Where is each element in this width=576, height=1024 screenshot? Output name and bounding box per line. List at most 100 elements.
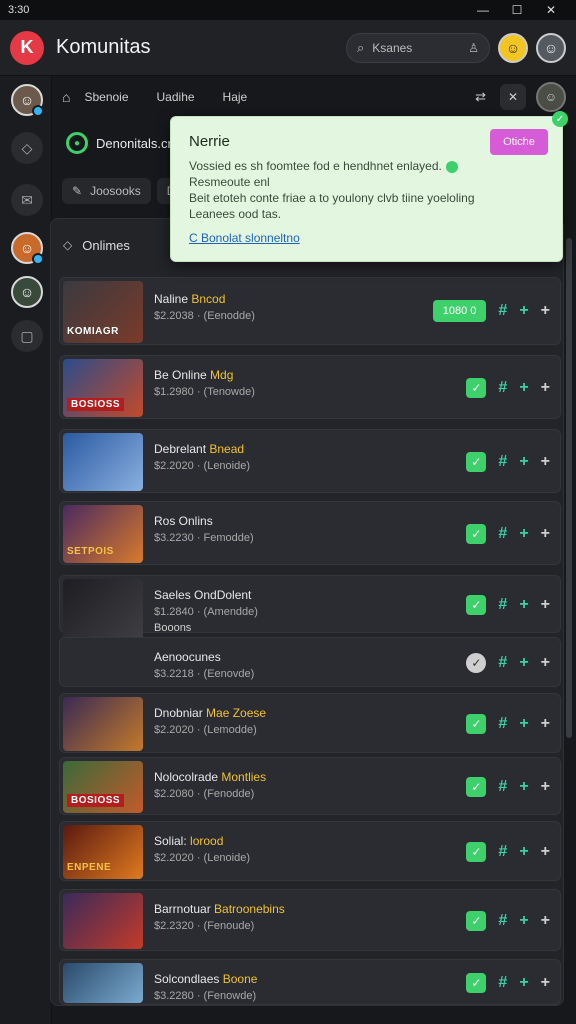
add-icon[interactable]: + bbox=[519, 843, 528, 861]
add-icon[interactable]: + bbox=[541, 778, 550, 796]
game-thumbnail[interactable] bbox=[63, 893, 143, 949]
filter-tab[interactable]: ✎ Joosooks bbox=[62, 178, 151, 204]
game-title: Dnobniar Mae Zoese bbox=[154, 706, 266, 720]
add-icon[interactable]: + bbox=[541, 379, 550, 397]
popup-action-button[interactable]: Otiche bbox=[490, 129, 548, 155]
add-icon[interactable]: + bbox=[541, 843, 550, 861]
avatar[interactable]: ☺ bbox=[498, 32, 528, 63]
grid-icon[interactable]: # bbox=[498, 715, 507, 733]
game-thumbnail[interactable]: BOSIOSS bbox=[63, 761, 143, 813]
grid-icon[interactable]: # bbox=[498, 596, 507, 614]
grid-icon[interactable]: # bbox=[498, 654, 507, 672]
game-list-item[interactable]: KOMIAGR Naline Bncod $2.2038 · (Eenodde) 10… bbox=[59, 277, 561, 345]
grid-icon[interactable]: # bbox=[498, 974, 507, 992]
app-logo[interactable]: K bbox=[10, 30, 44, 65]
tab-uadihe[interactable]: Uadihe bbox=[157, 90, 195, 104]
game-thumbnail[interactable] bbox=[63, 433, 143, 491]
game-thumbnail[interactable]: ENPENE bbox=[63, 825, 143, 879]
grid-icon[interactable]: # bbox=[498, 778, 507, 796]
check-icon[interactable]: ✓ bbox=[466, 777, 487, 797]
add-icon[interactable]: + bbox=[541, 453, 550, 471]
add-icon[interactable]: + bbox=[519, 379, 528, 397]
add-icon[interactable]: + bbox=[519, 974, 528, 992]
row-actions: 1080 0 # + + bbox=[432, 300, 550, 322]
game-thumbnail[interactable]: BOSIOSS bbox=[63, 359, 143, 417]
game-thumbnail[interactable]: KOMIAGR bbox=[63, 281, 143, 343]
square-icon[interactable]: ▢ bbox=[11, 320, 43, 352]
game-list-item[interactable]: Saeles OndDolent $1.2840 · (Amendde) Booon… bbox=[59, 575, 561, 687]
add-icon[interactable]: + bbox=[541, 654, 550, 672]
add-icon[interactable]: + bbox=[541, 912, 550, 930]
add-icon[interactable]: + bbox=[519, 302, 528, 320]
game-list-item[interactable]: Solcondlaes Boone $3.2280 · (Fenowde) ✓ # + + bbox=[59, 959, 561, 1005]
check-icon[interactable]: ✓ bbox=[466, 714, 487, 734]
add-icon[interactable]: + bbox=[519, 715, 528, 733]
check-icon[interactable]: ✓ bbox=[466, 842, 487, 862]
add-icon[interactable]: + bbox=[541, 715, 550, 733]
check-icon[interactable]: ✓ bbox=[466, 911, 487, 931]
tag-icon[interactable]: ◇ bbox=[11, 132, 43, 164]
check-icon[interactable]: ✓ bbox=[466, 524, 487, 544]
tab-sbenoie[interactable]: Sbenoie bbox=[84, 90, 128, 104]
game-list-item[interactable]: SETPOIS Ros Onlins $3.2230 · Femodde) ✓ # + + bbox=[59, 501, 561, 565]
row-actions: ✓ # + + bbox=[466, 714, 550, 734]
grid-icon[interactable]: # bbox=[498, 379, 507, 397]
game-list-item[interactable]: BOSIOSS Nolocolrade Montlies $2.2080 · (Fe… bbox=[59, 757, 561, 815]
game-price: $2.2320 · (Fenoude) bbox=[154, 920, 255, 932]
check-icon[interactable]: ✓ bbox=[466, 973, 487, 993]
sidebar-avatar[interactable]: ☺ bbox=[11, 84, 44, 117]
game-list-item[interactable]: ENPENE Solial: lorood $2.2020 · (Lenoide) ✓… bbox=[59, 821, 561, 881]
game-thumbnail[interactable] bbox=[63, 963, 143, 1003]
add-icon[interactable]: + bbox=[519, 525, 528, 543]
add-icon[interactable]: + bbox=[541, 525, 550, 543]
add-icon[interactable]: + bbox=[541, 974, 550, 992]
sidebar-avatar[interactable]: ☺ bbox=[11, 276, 43, 308]
check-icon[interactable]: ✓ bbox=[466, 653, 487, 673]
arrows-icon[interactable]: ⇄ bbox=[475, 89, 486, 105]
grid-icon[interactable]: # bbox=[498, 302, 507, 320]
game-list-item[interactable]: Debrelant Bnead $2.2020 · (Lenoide) ✓ # + + bbox=[59, 429, 561, 493]
game-title: Ros Onlins bbox=[154, 514, 213, 528]
game-title: Debrelant Bnead bbox=[154, 442, 244, 456]
game-thumbnail[interactable]: SETPOIS bbox=[63, 505, 143, 563]
game-list-item[interactable]: Dnobniar Mae Zoese $2.2020 · (Lemodde) ✓ # +… bbox=[59, 693, 561, 753]
message-icon[interactable]: ✉ bbox=[11, 184, 43, 216]
avatar[interactable]: ☺ bbox=[536, 82, 566, 112]
home-icon[interactable]: ⌂ bbox=[62, 89, 70, 105]
add-icon[interactable]: + bbox=[541, 596, 550, 614]
grid-icon[interactable]: # bbox=[498, 843, 507, 861]
add-icon[interactable]: + bbox=[519, 453, 528, 471]
avatar[interactable]: ☺ bbox=[536, 32, 566, 63]
minimize-button[interactable]: — bbox=[466, 3, 500, 17]
game-list-item[interactable]: Aenoocunes $3.2218 · (Eenovde) ✓ # + + bbox=[59, 637, 561, 687]
close-button[interactable]: ✕ bbox=[534, 3, 568, 17]
scrollbar[interactable] bbox=[566, 238, 572, 738]
game-title: Nolocolrade Montlies bbox=[154, 770, 266, 784]
game-thumbnail[interactable] bbox=[63, 697, 143, 751]
online-indicator bbox=[32, 253, 44, 265]
add-icon[interactable]: + bbox=[519, 596, 528, 614]
grid-icon[interactable]: # bbox=[498, 525, 507, 543]
check-icon[interactable]: ✓ bbox=[466, 378, 487, 398]
status-badge[interactable]: 1080 0 bbox=[432, 300, 487, 322]
user-icon[interactable]: ♙ bbox=[468, 41, 479, 55]
game-title-main: Solial: bbox=[154, 834, 187, 848]
maximize-button[interactable]: ☐ bbox=[500, 3, 534, 17]
sidebar-avatar[interactable]: ☺ bbox=[11, 232, 44, 265]
add-icon[interactable]: + bbox=[519, 654, 528, 672]
tools-icon[interactable]: ✕ bbox=[500, 84, 526, 110]
add-icon[interactable]: + bbox=[541, 302, 550, 320]
popup-link[interactable]: C Bonolat slonneltno bbox=[189, 231, 300, 245]
game-list-item[interactable]: BOSIOSS Be Online Mdg $1.2980 · (Tenowde) ✓… bbox=[59, 355, 561, 419]
add-icon[interactable]: + bbox=[519, 778, 528, 796]
community-header[interactable]: ● Denonitals.cr bbox=[66, 132, 172, 154]
check-icon[interactable]: ✓ bbox=[466, 595, 487, 615]
grid-icon[interactable]: # bbox=[498, 453, 507, 471]
game-list-item[interactable]: Barrnotuar Batroonebins $2.2320 · (Fenoud… bbox=[59, 889, 561, 951]
tab-haje[interactable]: Haje bbox=[223, 90, 248, 104]
add-icon[interactable]: + bbox=[519, 912, 528, 930]
check-icon[interactable]: ✓ bbox=[466, 452, 487, 472]
search-input[interactable]: ⌕ Ksanes ♙ bbox=[346, 32, 490, 63]
grid-icon[interactable]: # bbox=[498, 912, 507, 930]
game-title-main: Debrelant bbox=[154, 442, 207, 456]
